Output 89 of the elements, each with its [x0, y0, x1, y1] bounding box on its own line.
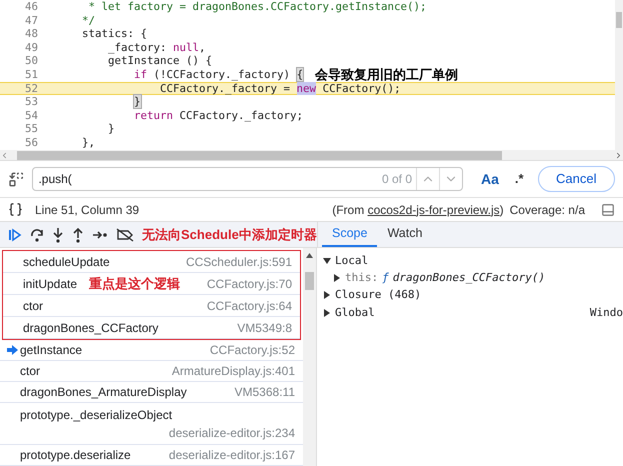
scroll-right-icon[interactable] — [614, 150, 623, 160]
function-name: dragonBones_ArmatureDisplay — [20, 384, 187, 402]
code-line: 55 } — [0, 122, 615, 136]
source-file-link[interactable]: cocos2d-js-for-preview.js — [368, 202, 500, 216]
line-number: 46 — [24, 0, 39, 14]
search-field[interactable]: .push( 0 of 0 — [32, 167, 463, 191]
search-input[interactable]: .push( — [38, 170, 382, 188]
file-location[interactable]: VM5368:11 — [234, 383, 299, 402]
step-out-icon[interactable] — [72, 226, 84, 242]
property-value: dragonBones_CCFactory() — [392, 270, 546, 286]
file-location[interactable]: VM5349:8 — [237, 318, 296, 336]
step-icon[interactable] — [92, 228, 108, 240]
vertical-scrollbar[interactable] — [615, 0, 623, 150]
call-frame[interactable]: ctor ArmatureDisplay.js:401 — [0, 361, 303, 382]
call-frame[interactable]: dragonBones_ArmatureDisplay VM5368:11 — [0, 382, 303, 404]
step-over-icon[interactable] — [30, 228, 44, 242]
scope-label[interactable]: Closure (468) — [335, 286, 422, 304]
horizontal-scrollbar[interactable] — [0, 150, 623, 161]
call-frame[interactable]: dragonBones_CCFactory VM5349:8 — [3, 317, 300, 339]
scope-label[interactable]: Local — [335, 252, 368, 270]
scroll-up-icon[interactable] — [306, 253, 313, 258]
deactivate-breakpoints-icon[interactable] — [116, 228, 134, 242]
code-line: 47 */ — [0, 14, 615, 28]
scope-label[interactable]: Global — [335, 304, 375, 322]
function-name: scheduleUpdate — [23, 254, 110, 270]
function-name: initUpdate — [23, 276, 78, 292]
function-name: prototype._deserializeObject — [20, 406, 172, 424]
function-mark: ƒ — [382, 270, 389, 286]
line-number: 55 — [24, 122, 39, 136]
collapsed-triangle-icon[interactable] — [323, 291, 331, 299]
cursor-position: Line 51, Column 39 — [35, 202, 140, 218]
resume-icon[interactable] — [8, 228, 22, 242]
panel-tab[interactable]: Watch — [377, 221, 432, 247]
call-frame[interactable]: prototype.deserialize deserialize-editor.js:167 — [0, 445, 303, 466]
scroll-left-icon[interactable] — [0, 150, 9, 160]
file-location[interactable]: deserialize-editor.js:234 — [168, 424, 299, 442]
file-location[interactable]: ArmatureDisplay.js:401 — [172, 362, 299, 380]
vertical-scrollbar[interactable] — [303, 248, 316, 466]
call-frame[interactable]: ctor CCFactory.js:64 — [3, 295, 300, 317]
code-line: 50 getInstance () { — [0, 54, 615, 68]
line-number: 50 — [24, 54, 39, 68]
match-count: 0 of 0 — [382, 171, 413, 188]
line-number: 56 — [24, 136, 39, 150]
source-info: (From cocos2d-js-for-preview.js) — [332, 202, 504, 218]
line-number: 52 — [24, 82, 39, 96]
file-location[interactable]: CCScheduler.js:591 — [186, 252, 296, 270]
code-line: 46 * let factory = dragonBones.CCFactory.getInstance(); — [0, 0, 615, 14]
line-number: 49 — [24, 40, 39, 54]
code-line: 53 } — [0, 95, 615, 109]
line-number: 47 — [24, 14, 39, 28]
scope-value: Windo — [590, 304, 623, 321]
code-line: 48 statics: { — [0, 27, 615, 41]
line-number: 48 — [24, 27, 39, 41]
code-line: 54 return CCFactory._factory; — [0, 108, 615, 122]
file-location[interactable]: CCFactory.js:70 — [206, 274, 296, 292]
scrollbar-thumb[interactable] — [305, 272, 314, 290]
annotation-text: 重点是这个逻辑 — [89, 274, 180, 293]
file-location[interactable]: CCFactory.js:64 — [206, 296, 296, 314]
collapsed-triangle-icon[interactable] — [333, 274, 341, 282]
expanded-triangle-icon[interactable] — [323, 257, 331, 265]
panel-tab[interactable]: Scope — [322, 221, 378, 247]
step-into-icon[interactable] — [52, 226, 64, 242]
call-frame[interactable]: initUpdate 重点是这个逻辑 CCFactory.js:70 — [3, 273, 300, 295]
function-name: dragonBones_CCFactory — [23, 320, 158, 336]
line-number: 53 — [24, 95, 39, 109]
annotation-text: 会导致复用旧的工厂单例 — [315, 68, 458, 82]
line-number: 54 — [24, 108, 39, 122]
code-line: 56 }, — [0, 136, 615, 150]
annotation-text: 无法向Schedule中添加定时器 — [142, 226, 317, 244]
function-name: prototype.deserialize — [20, 447, 131, 464]
call-frame[interactable]: scheduleUpdate CCScheduler.js:591 — [3, 251, 300, 273]
call-frame[interactable]: getInstance CCFactory.js:52 — [0, 340, 303, 362]
file-location[interactable]: CCFactory.js:52 — [210, 341, 299, 359]
function-name: getInstance — [20, 342, 82, 359]
coverage-text: Coverage: n/a — [510, 202, 585, 218]
function-name: ctor — [20, 363, 40, 380]
replace-icon[interactable] — [8, 170, 24, 188]
collapsed-triangle-icon[interactable] — [323, 309, 331, 317]
property-name[interactable]: this: — [345, 270, 378, 286]
pretty-print-icon[interactable] — [8, 202, 23, 217]
function-name: ctor — [23, 298, 44, 314]
cancel-button[interactable]: Cancel — [538, 166, 615, 192]
code-line: 49 _factory: null, — [0, 40, 615, 54]
line-number: 51 — [24, 68, 39, 82]
match-case-button[interactable]: Aa — [481, 168, 499, 190]
code-line: 51 if (!CCFactory._factory) { 会导致复用旧的工厂单例 — [0, 68, 615, 82]
panel-toggle-icon[interactable] — [601, 202, 615, 216]
regex-button[interactable]: .* — [514, 169, 524, 189]
file-location[interactable]: deserialize-editor.js:167 — [168, 446, 299, 464]
